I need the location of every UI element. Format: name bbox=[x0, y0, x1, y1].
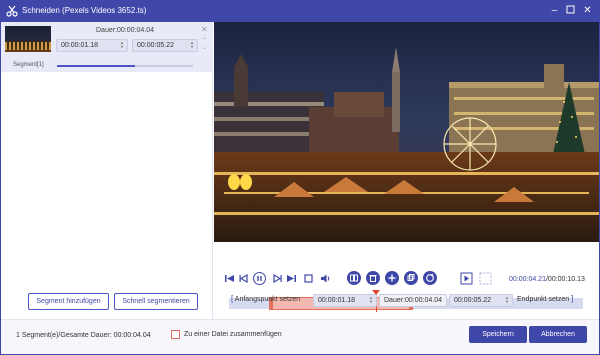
segment-start-value: 00:00:01.18 bbox=[61, 42, 98, 49]
close-icon[interactable]: ✕ bbox=[582, 5, 593, 16]
set-end-button[interactable]: Endpunkt setzen ] bbox=[517, 294, 583, 311]
delete-icon[interactable] bbox=[366, 271, 380, 285]
add-icon[interactable] bbox=[385, 271, 399, 285]
time-readout: 00:00:04.21/00:00:10.13 bbox=[509, 276, 585, 283]
pause-icon[interactable] bbox=[253, 272, 266, 285]
bottom-bar: 1 Segment(e)/Gesamte Dauer: 00:00:04.04 … bbox=[1, 319, 599, 354]
close-icon[interactable]: ✕ bbox=[201, 25, 208, 34]
skip-to-start-icon[interactable] bbox=[224, 273, 235, 284]
stepper-icon[interactable]: ▲ ▼ bbox=[505, 296, 510, 304]
split-icon[interactable] bbox=[347, 271, 361, 285]
trim-duration-field: Dauer:00:00:04.04 bbox=[379, 294, 447, 307]
segment-start-field[interactable]: 00:00:01.18 ▲ ▼ bbox=[56, 39, 128, 52]
current-time: 00:00:04.21 bbox=[509, 276, 546, 283]
stop-icon[interactable] bbox=[303, 273, 314, 284]
cut-window: Schneiden (Pexels Videos 3652.ts) – ✕ Da… bbox=[0, 0, 600, 355]
trim-end-field[interactable]: 00:00:05.22 ▲ ▼ bbox=[449, 294, 513, 307]
add-segment-button[interactable]: Segment hinzufügen bbox=[28, 293, 109, 310]
cancel-button[interactable]: Abbrechen bbox=[529, 326, 587, 343]
chevron-down-icon[interactable]: ⌄ bbox=[202, 44, 207, 51]
stepper-icon[interactable]: ▲ ▼ bbox=[120, 41, 125, 49]
segment-end-value: 00:00:05.22 bbox=[137, 42, 174, 49]
previous-frame-icon[interactable] bbox=[238, 273, 249, 284]
merge-label: Zu einer Datei zusammenfügen bbox=[184, 331, 282, 338]
segment-end-field[interactable]: 00:00:05.22 ▲ ▼ bbox=[132, 39, 198, 52]
segment-card[interactable]: Dauer:00:00:04.04 00:00:01.18 ▲ ▼ 00:00:0… bbox=[1, 22, 213, 72]
title-bar: Schneiden (Pexels Videos 3652.ts) – ✕ bbox=[0, 0, 600, 22]
content-area: Dauer:00:00:04.04 00:00:01.18 ▲ ▼ 00:00:0… bbox=[1, 22, 599, 354]
minimize-icon[interactable]: – bbox=[549, 5, 560, 16]
set-end-label: Endpunkt setzen bbox=[517, 296, 570, 303]
set-start-button[interactable]: [ Anfangspunkt setzen bbox=[231, 294, 311, 311]
video-frame bbox=[214, 22, 599, 242]
quick-split-button[interactable]: Schnell segmentieren bbox=[114, 293, 198, 310]
segment-thumbnail bbox=[5, 26, 51, 52]
volume-icon[interactable] bbox=[320, 273, 331, 284]
maximize-icon[interactable] bbox=[565, 5, 576, 16]
trim-start-field[interactable]: 00:00:01.18 ▲ ▼ bbox=[313, 294, 377, 307]
set-start-label: Anfangspunkt setzen bbox=[234, 296, 301, 303]
chevron-up-icon[interactable]: ⌃ bbox=[202, 37, 207, 44]
trim-start-value: 00:00:01.18 bbox=[318, 297, 355, 304]
reset-icon[interactable] bbox=[423, 271, 437, 285]
video-preview[interactable] bbox=[214, 22, 599, 242]
segment-panel: Dauer:00:00:04.04 00:00:01.18 ▲ ▼ 00:00:0… bbox=[1, 22, 213, 319]
skip-to-end-icon[interactable] bbox=[286, 273, 297, 284]
segment-duration: Dauer:00:00:04.04 bbox=[96, 27, 154, 34]
stepper-icon[interactable]: ▲ ▼ bbox=[369, 296, 374, 304]
loop-segment-icon[interactable] bbox=[479, 272, 492, 285]
play-segment-icon[interactable] bbox=[460, 272, 473, 285]
status-text: 1 Segment(e)/Gesamte Dauer: 00:00:04.04 bbox=[16, 332, 151, 339]
trim-duration-value: Dauer:00:00:04.04 bbox=[384, 297, 442, 304]
next-frame-icon[interactable] bbox=[272, 273, 283, 284]
merge-checkbox[interactable] bbox=[171, 330, 180, 339]
segment-range-fill bbox=[57, 65, 135, 67]
segment-label: Segment[1] bbox=[13, 62, 44, 68]
total-time: /00:00:10.13 bbox=[545, 276, 585, 283]
trim-end-value: 00:00:05.22 bbox=[454, 297, 491, 304]
scissors-icon bbox=[6, 5, 18, 17]
copy-icon[interactable] bbox=[404, 271, 418, 285]
save-button[interactable]: Speichern bbox=[469, 326, 527, 343]
stepper-icon[interactable]: ▲ ▼ bbox=[190, 41, 195, 49]
window-title: Schneiden (Pexels Videos 3652.ts) bbox=[22, 6, 147, 15]
